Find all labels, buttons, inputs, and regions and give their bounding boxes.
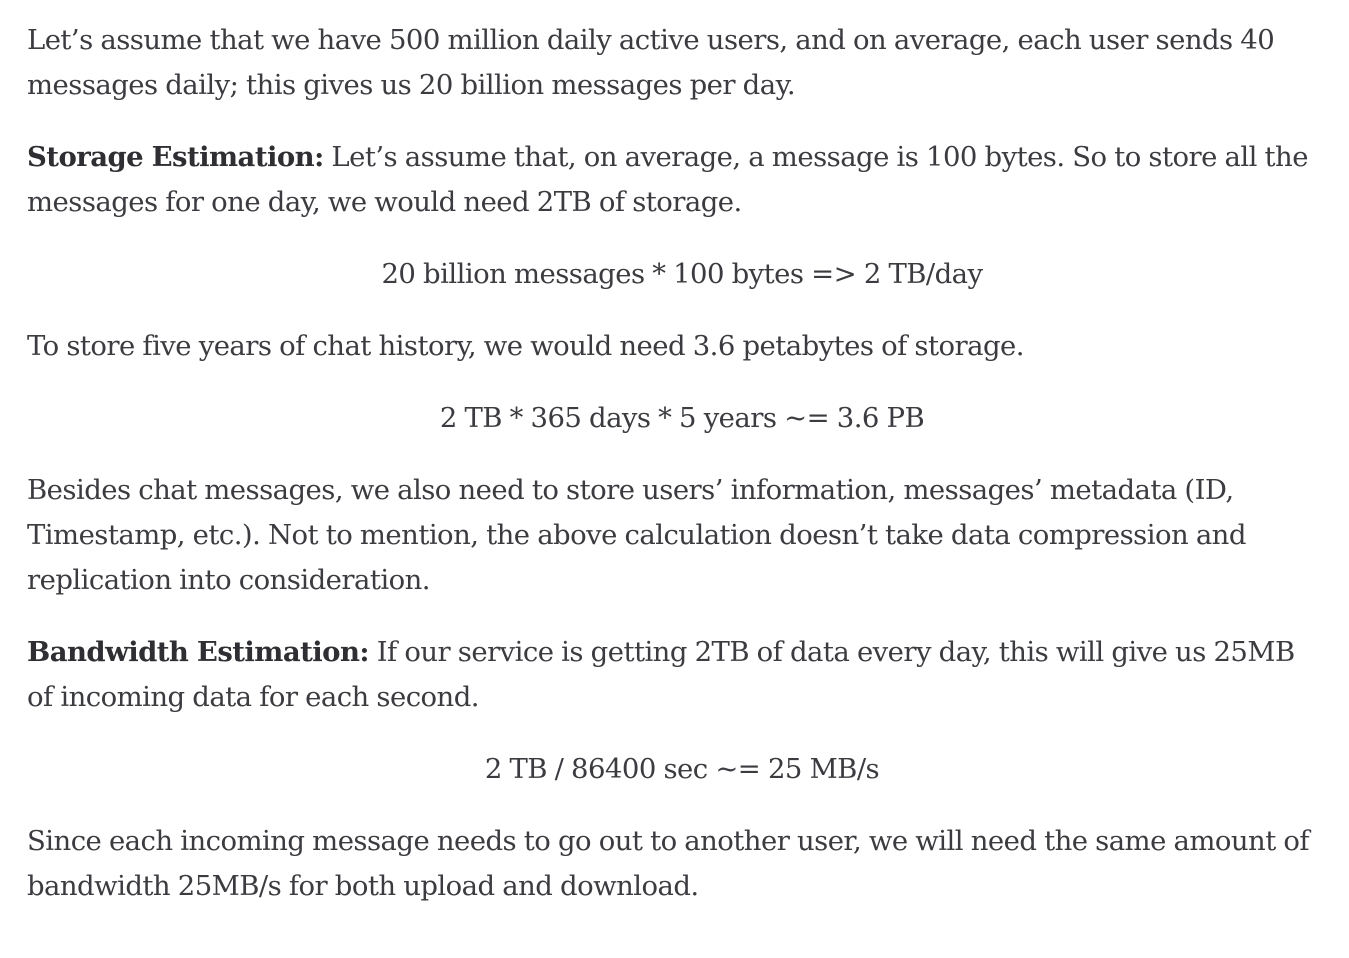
- intro-paragraph: Let’s assume that we have 500 million da…: [27, 24, 1275, 101]
- storage-estimation-paragraph: Storage Estimation: Let’s assume that, o…: [27, 135, 1327, 225]
- five-years-paragraph: To store five years of chat history, we …: [27, 330, 1024, 362]
- daily-storage-formula: 20 billion messages * 100 bytes => 2 TB/…: [381, 258, 983, 290]
- five-years-formula: 2 TB * 365 days * 5 years ~= 3.6 PB: [439, 402, 925, 434]
- metadata-paragraph: Besides chat messages, we also need to s…: [27, 474, 1246, 596]
- bandwidth-formula: 2 TB / 86400 sec ~= 25 MB/s: [484, 753, 880, 785]
- bandwidth-estimation-heading: Bandwidth Estimation:: [27, 636, 370, 668]
- bandwidth-estimation-paragraph: Bandwidth Estimation: If our service is …: [27, 630, 1327, 720]
- storage-estimation-heading: Storage Estimation:: [27, 141, 324, 173]
- article-body: Let’s assume that we have 500 million da…: [27, 18, 1327, 909]
- outro-paragraph: Since each incoming message needs to go …: [27, 825, 1310, 902]
